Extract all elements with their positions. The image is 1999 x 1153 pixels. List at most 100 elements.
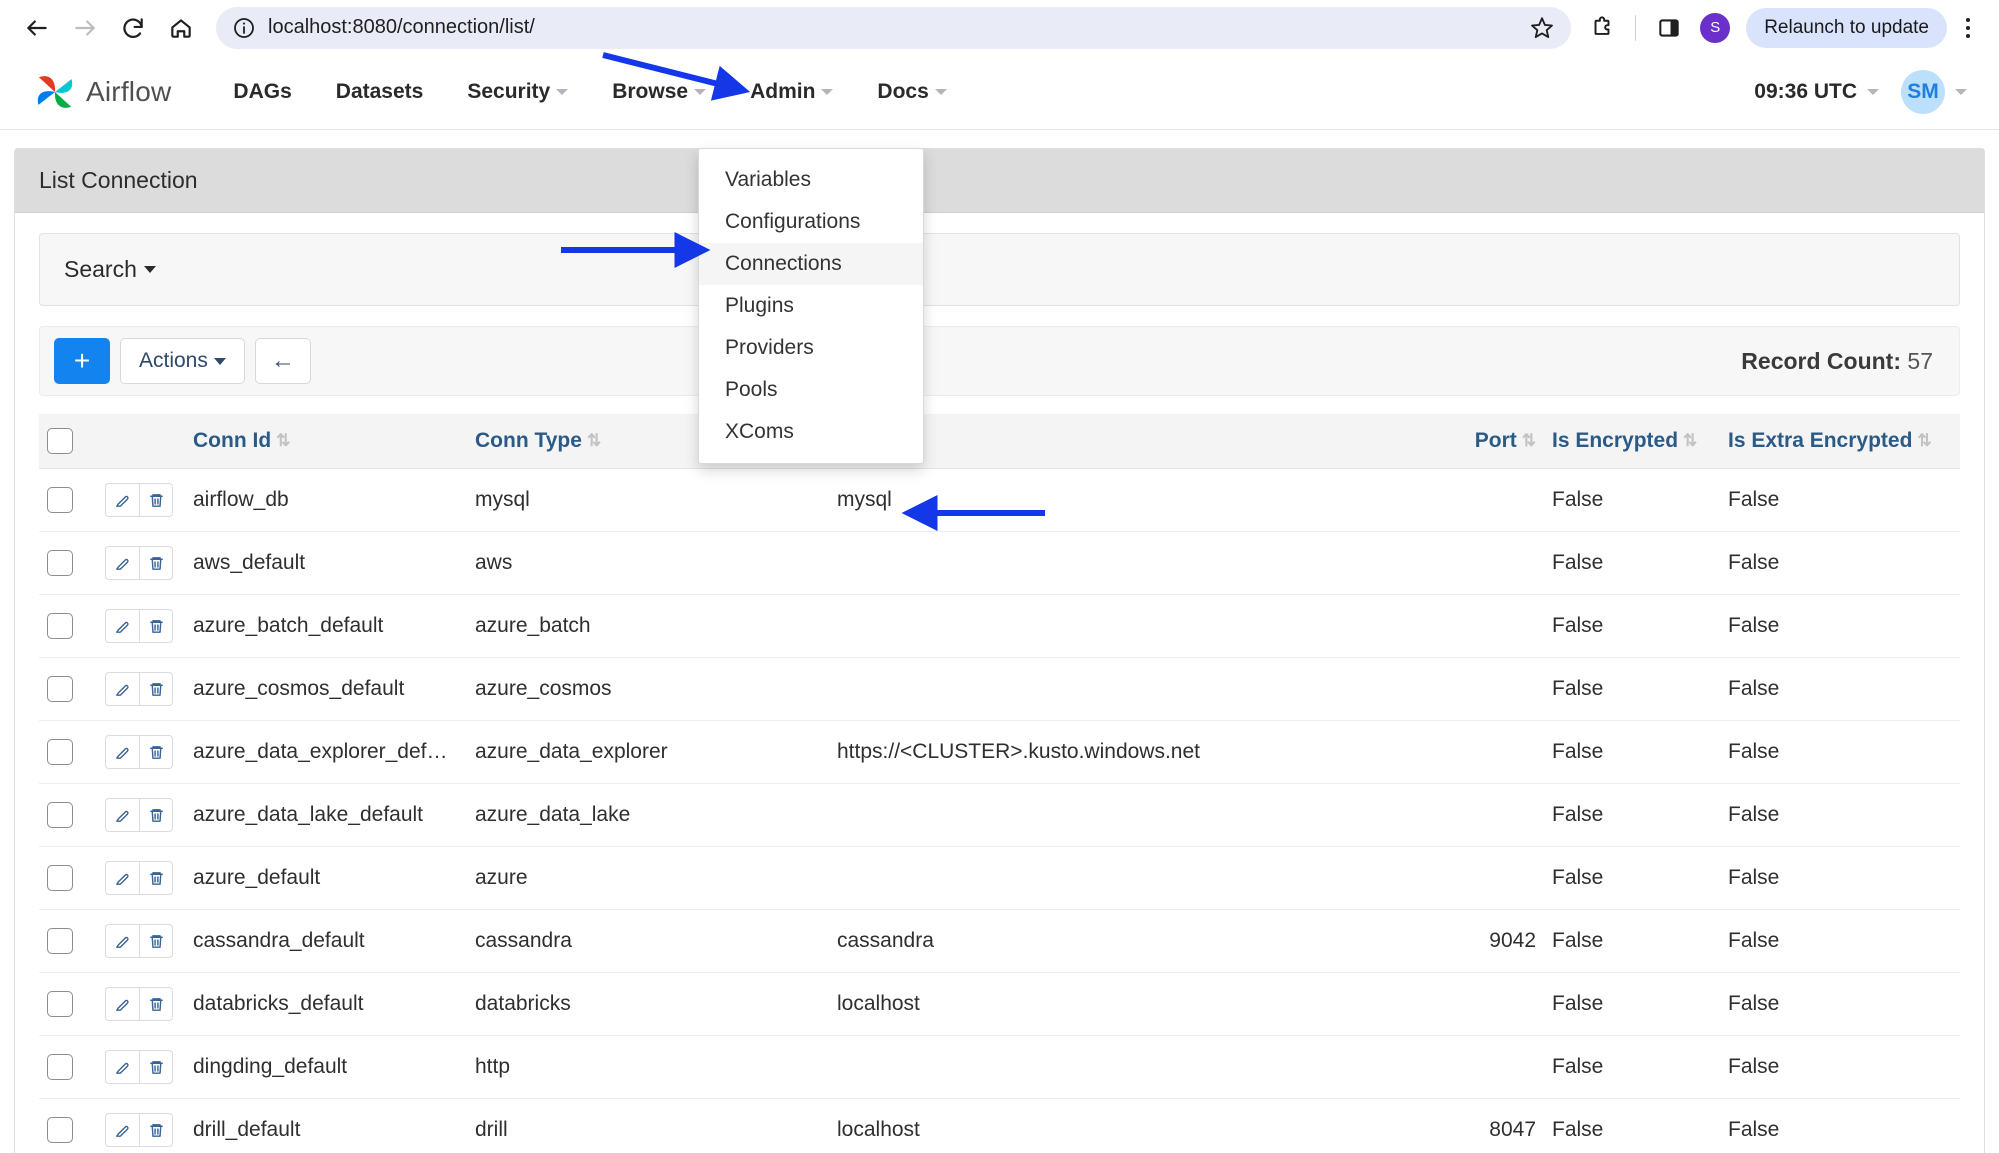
row-checkbox[interactable] — [47, 928, 73, 954]
row-actions-cell — [97, 468, 185, 532]
delete-record-icon[interactable] — [139, 609, 173, 643]
column-header-conn-id[interactable]: Conn Id ⇅ — [185, 414, 467, 469]
edit-record-icon[interactable] — [105, 1113, 139, 1147]
row-checkbox[interactable] — [47, 802, 73, 828]
row-checkbox[interactable] — [47, 739, 73, 765]
menu-item-plugins[interactable]: Plugins — [699, 285, 923, 327]
cell-description — [699, 846, 829, 910]
nav-link-docs[interactable]: Docs — [855, 80, 968, 104]
sort-icon: ⇅ — [1683, 431, 1698, 450]
delete-record-icon[interactable] — [139, 546, 173, 580]
header-label: Conn Id — [193, 429, 272, 452]
timezone-selector[interactable]: 09:36 UTC — [1754, 80, 1879, 104]
menu-item-variables[interactable]: Variables — [699, 159, 923, 201]
home-icon[interactable] — [158, 5, 204, 51]
edit-record-icon[interactable] — [105, 672, 139, 706]
cell-is-extra-encrypted: False — [1720, 594, 1960, 658]
url-text[interactable]: localhost:8080/connection/list/ — [258, 16, 1525, 39]
column-header-conn-type[interactable]: Conn Type ⇅ — [467, 414, 699, 469]
edit-record-icon[interactable] — [105, 798, 139, 832]
row-select-cell — [39, 720, 97, 784]
cell-host — [829, 531, 1412, 595]
search-filter-bar[interactable]: Search — [39, 233, 1960, 306]
record-count: Record Count: 57 — [1741, 348, 1945, 375]
select-all-checkbox[interactable] — [47, 428, 73, 454]
cell-port — [1412, 972, 1544, 1036]
edit-record-icon[interactable] — [105, 987, 139, 1021]
row-checkbox[interactable] — [47, 1117, 73, 1143]
delete-record-icon[interactable] — [139, 672, 173, 706]
chrome-menu-icon[interactable] — [1951, 7, 1985, 49]
edit-record-icon[interactable] — [105, 609, 139, 643]
add-record-button[interactable]: + — [54, 338, 110, 384]
delete-record-icon[interactable] — [139, 798, 173, 832]
cell-conn-id: azure_data_explorer_default — [185, 720, 467, 784]
menu-item-configurations[interactable]: Configurations — [699, 201, 923, 243]
profile-avatar[interactable]: S — [1694, 7, 1736, 49]
nav-link-admin[interactable]: Admin — [728, 80, 855, 104]
row-actions-cell — [97, 1035, 185, 1099]
cell-is-encrypted: False — [1544, 783, 1720, 847]
nav-link-datasets[interactable]: Datasets — [314, 80, 446, 104]
menu-item-xcoms[interactable]: XComs — [699, 411, 923, 453]
relaunch-to-update-button[interactable]: Relaunch to update — [1746, 7, 1947, 48]
extensions-icon[interactable] — [1581, 7, 1623, 49]
cell-port — [1412, 1035, 1544, 1099]
user-menu[interactable]: SM — [1901, 70, 1967, 114]
row-checkbox[interactable] — [47, 991, 73, 1017]
row-checkbox[interactable] — [47, 865, 73, 891]
row-checkbox[interactable] — [47, 613, 73, 639]
delete-record-icon[interactable] — [139, 483, 173, 517]
nav-link-browse[interactable]: Browse — [590, 80, 728, 104]
table-row: airflow_db mysql mysql False False — [39, 468, 1960, 532]
address-bar[interactable]: localhost:8080/connection/list/ — [216, 6, 1572, 49]
edit-record-icon[interactable] — [105, 924, 139, 958]
row-checkbox[interactable] — [47, 550, 73, 576]
edit-record-icon[interactable] — [105, 735, 139, 769]
edit-record-icon[interactable] — [105, 546, 139, 580]
delete-record-icon[interactable] — [139, 1050, 173, 1084]
back-icon[interactable] — [14, 5, 60, 51]
row-checkbox[interactable] — [47, 487, 73, 513]
cell-host: cassandra — [829, 909, 1412, 973]
side-panel-icon[interactable] — [1648, 7, 1690, 49]
cell-conn-type: azure_data_lake — [467, 783, 699, 847]
menu-item-pools[interactable]: Pools — [699, 369, 923, 411]
delete-record-icon[interactable] — [139, 861, 173, 895]
edit-record-icon[interactable] — [105, 483, 139, 517]
cell-conn-id: databricks_default — [185, 972, 467, 1036]
delete-record-icon[interactable] — [139, 1113, 173, 1147]
admin-dropdown-menu: Variables Configurations Connections Plu… — [698, 148, 924, 464]
row-select-cell — [39, 594, 97, 658]
cell-host: mysql — [829, 468, 1412, 532]
cell-is-extra-encrypted: False — [1720, 531, 1960, 595]
cell-port — [1412, 846, 1544, 910]
bookmark-star-icon[interactable] — [1525, 11, 1559, 45]
menu-item-providers[interactable]: Providers — [699, 327, 923, 369]
column-header-is-extra-encrypted[interactable]: Is Extra Encrypted ⇅ — [1720, 414, 1960, 469]
cell-conn-type: drill — [467, 1098, 699, 1153]
row-checkbox[interactable] — [47, 676, 73, 702]
nav-link-dags[interactable]: DAGs — [211, 80, 313, 104]
row-actions-cell — [97, 909, 185, 973]
cell-port — [1412, 531, 1544, 595]
menu-item-connections[interactable]: Connections — [699, 243, 923, 285]
column-header-port[interactable]: Port ⇅ — [1412, 414, 1544, 469]
edit-record-icon[interactable] — [105, 861, 139, 895]
nav-label: Admin — [750, 80, 816, 103]
delete-record-icon[interactable] — [139, 735, 173, 769]
site-info-icon[interactable] — [230, 14, 258, 42]
back-button[interactable]: ← — [254, 338, 311, 384]
row-actions-cell — [97, 720, 185, 784]
nav-link-security[interactable]: Security — [445, 80, 590, 104]
cell-is-extra-encrypted: False — [1720, 909, 1960, 973]
column-header-is-encrypted[interactable]: Is Encrypted ⇅ — [1544, 414, 1720, 469]
actions-dropdown-button[interactable]: Actions — [120, 338, 245, 384]
airflow-brand[interactable]: Airflow — [32, 69, 171, 115]
reload-icon[interactable] — [110, 5, 156, 51]
edit-record-icon[interactable] — [105, 1050, 139, 1084]
row-checkbox[interactable] — [47, 1054, 73, 1080]
delete-record-icon[interactable] — [139, 987, 173, 1021]
cell-conn-id: aws_default — [185, 531, 467, 595]
delete-record-icon[interactable] — [139, 924, 173, 958]
